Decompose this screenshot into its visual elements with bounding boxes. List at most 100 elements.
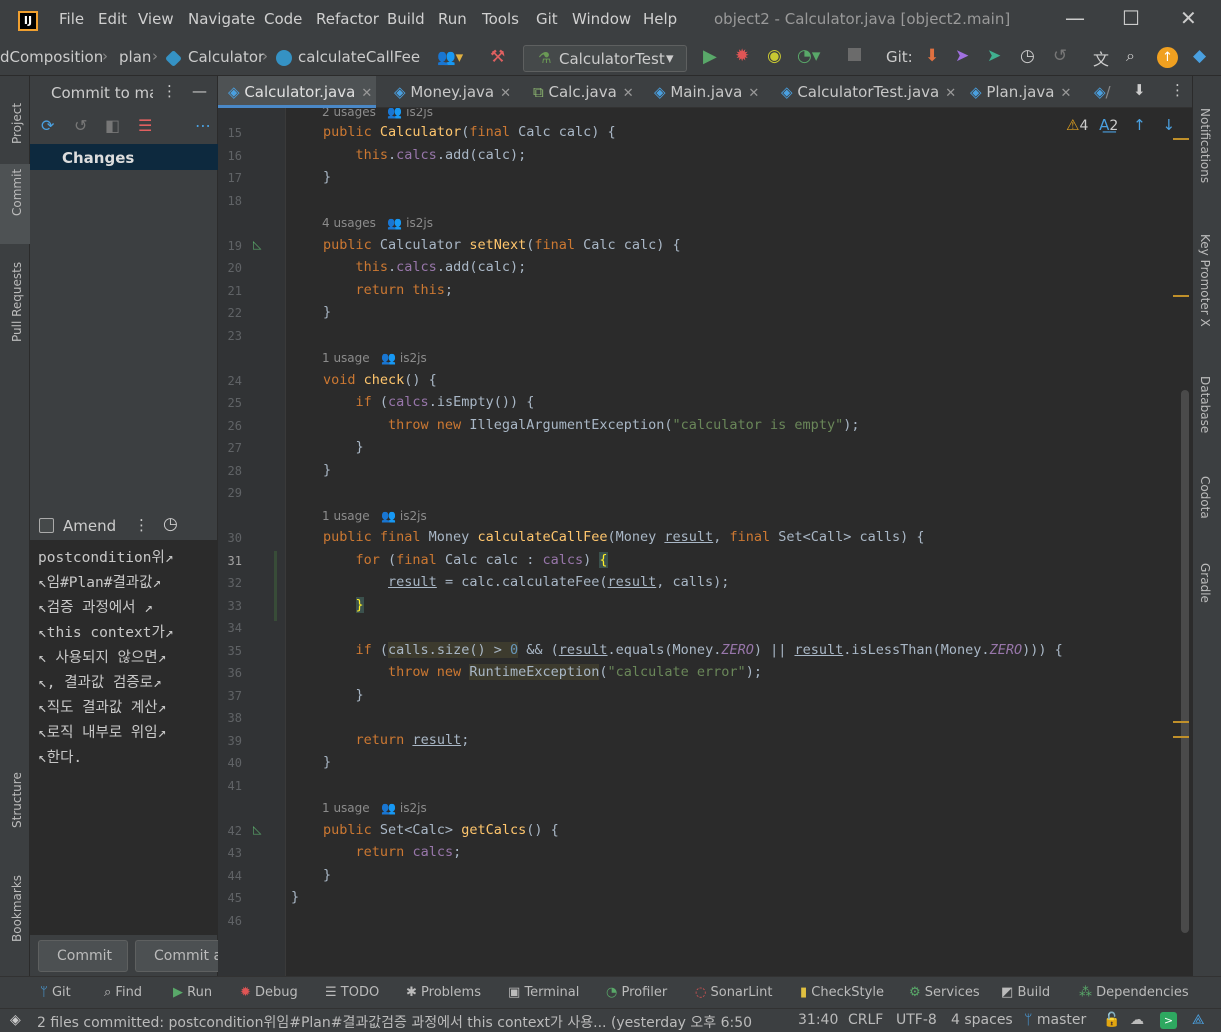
implements-icon[interactable]: ◺ xyxy=(253,238,261,251)
rollback-icon[interactable]: ↺ xyxy=(74,116,87,135)
amend-checkbox[interactable] xyxy=(39,518,54,533)
tool-build[interactable]: ◩ Build xyxy=(1001,985,1050,1000)
git-update-icon[interactable]: ⬇ xyxy=(925,46,939,66)
menu-refactor[interactable]: Refactor xyxy=(316,10,379,28)
tab-main[interactable]: ◈ Main.java ✕ xyxy=(654,76,759,108)
menu-tools[interactable]: Tools xyxy=(482,10,519,28)
tool-services[interactable]: ⚙ Services xyxy=(909,985,980,1000)
close-tab-icon[interactable]: ✕ xyxy=(1060,86,1071,101)
options-icon[interactable]: ⋮ xyxy=(162,82,177,100)
tool-pull-requests[interactable]: Pull Requests xyxy=(10,262,24,342)
breadcrumb-class[interactable]: Calculator xyxy=(188,48,264,66)
amend-label[interactable]: Amend xyxy=(63,517,116,535)
tool-commit[interactable]: Commit xyxy=(10,169,24,216)
refresh-icon[interactable]: ⟳ xyxy=(41,116,54,135)
tab-calculator-test[interactable]: ◈ CalculatorTest.java ✕ xyxy=(781,76,956,108)
menu-file[interactable]: File xyxy=(59,10,84,28)
commit-and-push-button[interactable]: Commit a xyxy=(135,940,218,972)
tab-calculator[interactable]: ◈ Calculator.java ✕ xyxy=(218,76,376,108)
warning-marker[interactable] xyxy=(1173,295,1189,297)
menu-edit[interactable]: Edit xyxy=(98,10,127,28)
warning-marker[interactable] xyxy=(1173,138,1189,140)
indent-setting[interactable]: 4 spaces xyxy=(951,1012,1013,1028)
inspection-widget[interactable]: ⚠4 A͟2 ↑ ↓ xyxy=(1066,116,1175,134)
prev-highlight-icon[interactable]: ↑ xyxy=(1133,116,1146,134)
close-tab-icon[interactable]: ✕ xyxy=(748,86,759,101)
menu-run[interactable]: Run xyxy=(438,10,467,28)
scrollbar[interactable] xyxy=(1181,390,1189,933)
menu-help[interactable]: Help xyxy=(643,10,677,28)
tool-problems[interactable]: ✱ Problems xyxy=(406,985,481,1000)
tool-key-promoter[interactable]: Key Promoter X xyxy=(1198,234,1212,327)
lock-icon[interactable]: 🔓 xyxy=(1103,1012,1120,1028)
tool-database[interactable]: Database xyxy=(1198,376,1212,433)
tool-terminal[interactable]: ▣ Terminal xyxy=(508,985,579,1000)
tool-project[interactable]: Project xyxy=(10,103,24,144)
status-message[interactable]: 2 files committed: postcondition위임#Plan#… xyxy=(37,1012,759,1032)
code-editor[interactable]: 2 usages 👥 is2js public Calculator(final… xyxy=(286,108,1191,976)
tool-git[interactable]: ᛘ Git xyxy=(40,985,71,1000)
tool-todo[interactable]: ☰ TODO xyxy=(325,985,379,1000)
git-push-icon[interactable]: ➤ xyxy=(987,46,1001,66)
close-tab-icon[interactable]: ✕ xyxy=(623,86,634,101)
stop-icon[interactable] xyxy=(848,48,861,61)
implements-icon[interactable]: ◺ xyxy=(253,823,261,836)
coverage-icon[interactable]: ◉ xyxy=(767,46,782,66)
tool-run[interactable]: ▶ Run xyxy=(173,985,212,1000)
tab-plan[interactable]: ◈ Plan.java ✕ xyxy=(970,76,1071,108)
hide-icon[interactable]: — xyxy=(192,82,207,100)
run-icon[interactable]: ▶ xyxy=(703,46,717,67)
update-icon[interactable]: ↑ xyxy=(1157,47,1178,68)
memory-icon[interactable]: ☁ xyxy=(1130,1012,1144,1028)
commit-button[interactable]: Commit xyxy=(38,940,128,972)
breadcrumb-plan[interactable]: plan xyxy=(119,48,151,66)
search-icon[interactable]: ⌕ xyxy=(1126,46,1135,66)
tool-sonarlint[interactable]: ◌ SonarLint xyxy=(695,985,772,1000)
warning-marker[interactable] xyxy=(1173,736,1189,738)
diff-icon[interactable]: ◧ xyxy=(105,116,120,135)
tab-more[interactable]: ◈/ xyxy=(1094,76,1111,108)
layers-icon[interactable]: ◈ xyxy=(10,1012,21,1028)
breadcrumb-package[interactable]: dComposition xyxy=(0,48,103,66)
close-tab-icon[interactable]: ✕ xyxy=(361,86,372,101)
maximize-icon[interactable]: ☐ xyxy=(1122,6,1140,30)
menu-build[interactable]: Build xyxy=(387,10,425,28)
tab-money[interactable]: ◈ Money.java ✕ xyxy=(390,76,511,108)
menu-code[interactable]: Code xyxy=(264,10,302,28)
menu-view[interactable]: View xyxy=(138,10,174,28)
close-tab-icon[interactable]: ✕ xyxy=(500,86,511,101)
profile-icon[interactable]: ◔▾ xyxy=(797,46,820,66)
git-branch[interactable]: ᛘ master xyxy=(1024,1012,1086,1028)
file-encoding[interactable]: UTF-8 xyxy=(896,1012,937,1028)
history-icon[interactable]: ◷ xyxy=(1020,46,1035,66)
hammer-icon[interactable]: ⚒ xyxy=(490,47,505,67)
changes-node[interactable]: Changes xyxy=(30,144,218,170)
tool-notifications[interactable]: Notifications xyxy=(1198,108,1212,183)
next-highlight-icon[interactable]: ↓ xyxy=(1162,116,1175,134)
debug-icon[interactable]: ✹ xyxy=(735,46,749,66)
clock-icon[interactable]: ◷ xyxy=(163,514,178,534)
terminal-plugin-icon[interactable]: > xyxy=(1160,1012,1177,1029)
tool-gradle[interactable]: Gradle xyxy=(1198,563,1212,603)
rollback-icon[interactable]: ↺ xyxy=(1053,46,1067,66)
tool-profiler[interactable]: ◔ Profiler xyxy=(606,985,667,1000)
caret-position[interactable]: 31:40 xyxy=(798,1012,838,1028)
menu-git[interactable]: Git xyxy=(536,10,558,28)
breadcrumb-method[interactable]: calculateCallFee xyxy=(298,48,420,66)
minimize-icon[interactable]: — xyxy=(1065,6,1085,30)
more-icon[interactable]: ⋯ xyxy=(195,116,211,135)
git-commit-icon[interactable]: ➤ xyxy=(955,46,969,66)
tool-dependencies[interactable]: ⁂ Dependencies xyxy=(1079,985,1189,1000)
tab-list-icon[interactable]: ⬇ xyxy=(1133,81,1146,99)
codota-icon[interactable]: ⟁ xyxy=(1192,1012,1205,1028)
close-icon[interactable]: ✕ xyxy=(1180,6,1197,30)
tool-debug[interactable]: ✹ Debug xyxy=(240,985,298,1000)
users-icon[interactable]: 👥▾ xyxy=(437,48,463,66)
tab-calc[interactable]: ⧉ Calc.java ✕ xyxy=(531,76,634,108)
tool-structure[interactable]: Structure xyxy=(10,772,24,828)
menu-navigate[interactable]: Navigate xyxy=(188,10,255,28)
tool-find[interactable]: ⌕ Find xyxy=(104,985,142,1000)
run-config-selector[interactable]: ⚗ CalculatorTest ▾ xyxy=(523,45,687,72)
translate-icon[interactable]: 文 xyxy=(1093,46,1109,70)
warning-marker[interactable] xyxy=(1173,721,1189,723)
